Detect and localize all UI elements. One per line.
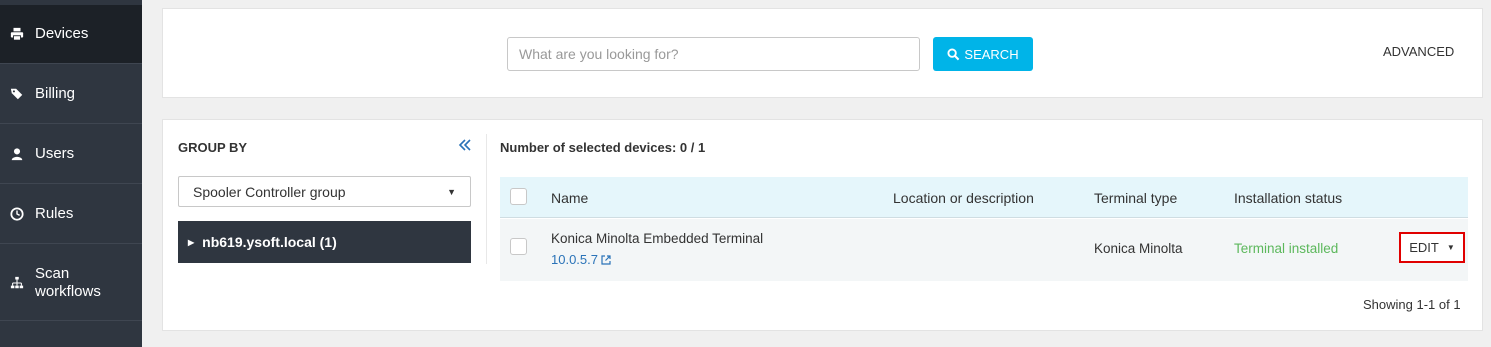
select-all-checkbox[interactable] xyxy=(510,188,527,205)
edit-button[interactable]: EDIT ▼ xyxy=(1399,232,1465,263)
column-header-installation-status[interactable]: Installation status xyxy=(1234,190,1342,206)
sidebar-item-label: Devices xyxy=(35,25,89,42)
table-row: Konica Minolta Embedded Terminal 10.0.5.… xyxy=(500,219,1468,281)
sidebar-item-scan-workflows[interactable]: Scan workflows xyxy=(0,245,142,321)
group-tree-item[interactable]: ▶ nb619.ysoft.local (1) xyxy=(178,221,471,263)
sitemap-icon xyxy=(9,275,25,291)
row-checkbox[interactable] xyxy=(510,238,527,255)
external-link-icon xyxy=(601,254,611,265)
devices-panel: GROUP BY Spooler Controller group ▼ ▶ nb… xyxy=(162,119,1483,331)
group-by-title: GROUP BY xyxy=(178,140,248,155)
caret-right-icon: ▶ xyxy=(188,237,195,247)
pagination-summary: Showing 1-1 of 1 xyxy=(1363,297,1461,312)
group-tree-item-label: nb619.ysoft.local (1) xyxy=(202,234,337,250)
device-name: Konica Minolta Embedded Terminal xyxy=(551,231,764,246)
device-installation-status: Terminal installed xyxy=(1234,241,1339,256)
caret-down-icon: ▼ xyxy=(447,186,456,197)
caret-down-icon: ▼ xyxy=(1446,243,1455,252)
search-panel: SEARCH ADVANCED xyxy=(162,8,1483,98)
sidebar-item-rules[interactable]: Rules xyxy=(0,185,142,244)
clock-icon xyxy=(9,206,25,222)
double-chevron-left-icon[interactable] xyxy=(458,138,472,152)
sidebar-item-label: Scan workflows xyxy=(35,264,101,300)
tags-icon xyxy=(9,86,25,102)
divider xyxy=(486,134,487,264)
column-header-terminal-type[interactable]: Terminal type xyxy=(1094,190,1177,206)
sidebar: Devices Billing Users Rules Scan workflo… xyxy=(0,0,142,347)
device-terminal-type: Konica Minolta xyxy=(1094,241,1183,256)
table-header: Name Location or description Terminal ty… xyxy=(500,177,1468,218)
search-input[interactable] xyxy=(507,37,920,71)
search-button-label: SEARCH xyxy=(964,46,1019,62)
sidebar-item-users[interactable]: Users xyxy=(0,125,142,184)
sidebar-item-label: Billing xyxy=(35,85,76,102)
edit-button-label: EDIT xyxy=(1409,240,1439,255)
sidebar-item-label: Users xyxy=(35,145,75,162)
group-by-select[interactable]: Spooler Controller group ▼ xyxy=(178,176,471,207)
column-header-location[interactable]: Location or description xyxy=(893,190,1034,206)
search-button[interactable]: SEARCH xyxy=(933,37,1033,71)
group-by-select-value: Spooler Controller group xyxy=(193,183,346,200)
device-ip-text: 10.0.5.7 xyxy=(551,252,598,267)
sidebar-item-devices[interactable]: Devices xyxy=(0,5,142,64)
user-icon xyxy=(9,146,25,162)
sidebar-item-more[interactable] xyxy=(0,322,142,347)
selected-devices-count: Number of selected devices: 0 / 1 xyxy=(500,140,706,155)
advanced-search-link[interactable]: ADVANCED xyxy=(1383,44,1454,59)
device-ip-link[interactable]: 10.0.5.7 xyxy=(551,252,611,267)
more-icon xyxy=(9,329,25,345)
search-icon xyxy=(947,47,960,60)
column-header-name[interactable]: Name xyxy=(551,190,588,206)
printer-icon xyxy=(9,26,25,42)
sidebar-item-billing[interactable]: Billing xyxy=(0,65,142,124)
sidebar-item-label: Rules xyxy=(35,205,74,222)
